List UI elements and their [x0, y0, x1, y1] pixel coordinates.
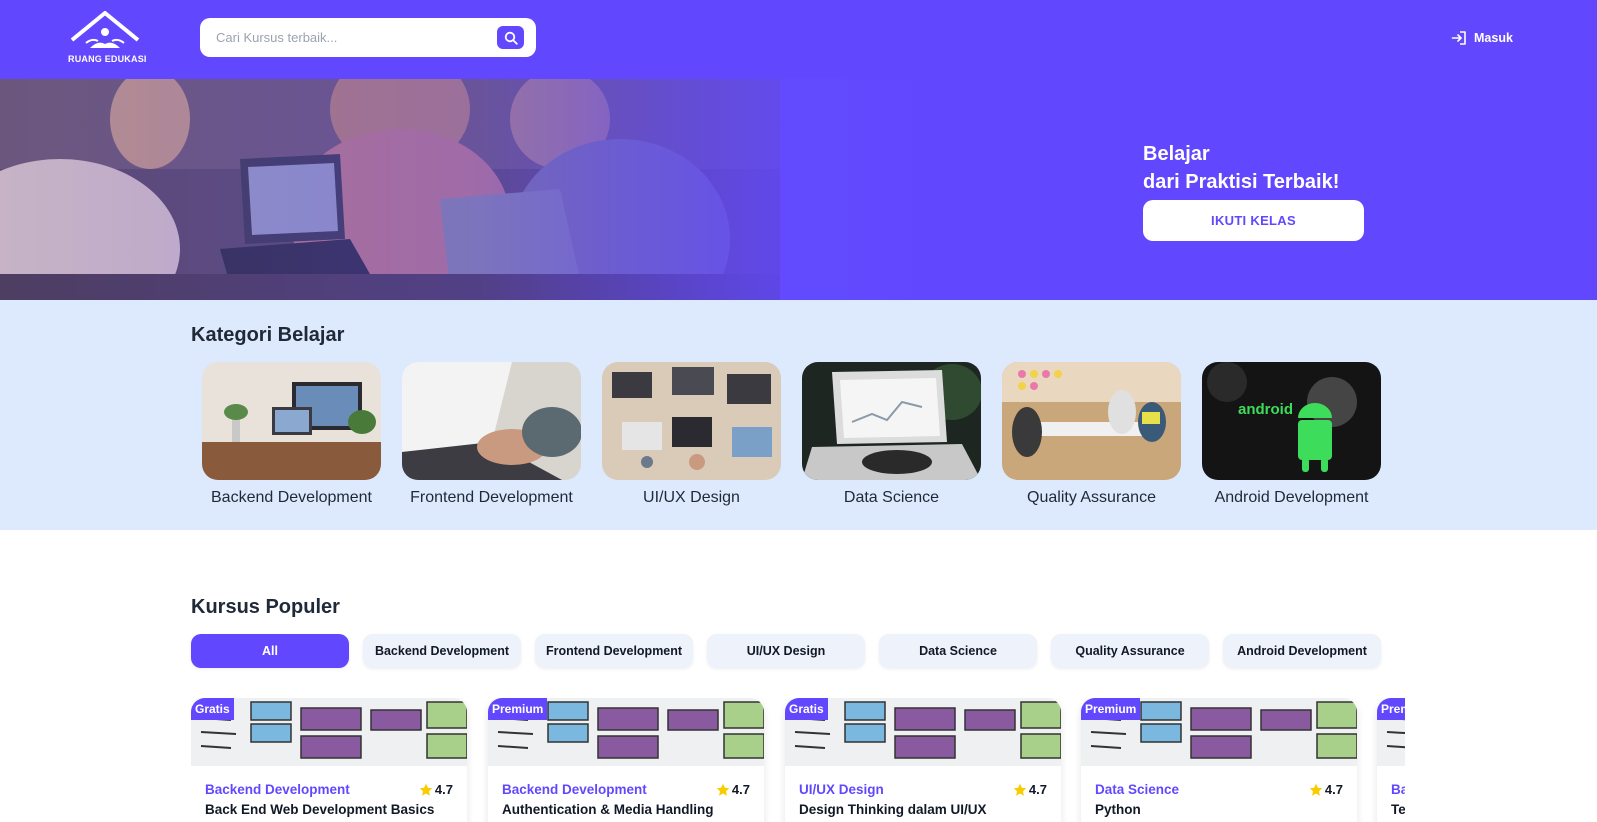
category-android[interactable]: android Android Development: [1202, 362, 1381, 507]
category-label: Frontend Development: [410, 489, 573, 506]
popular-courses-title: Kursus Populer: [191, 596, 340, 618]
join-class-button[interactable]: IKUTI KELAS: [1143, 200, 1364, 241]
hero-title-line1: Belajar: [1143, 143, 1210, 165]
category-label: Data Science: [843, 489, 940, 506]
hero-headline: Belajar dari Praktisi Terbaik!: [1143, 140, 1339, 196]
course-badge: Prem: [1377, 698, 1405, 720]
filter-all[interactable]: All: [191, 634, 349, 668]
search-icon: [504, 31, 518, 45]
filter-quality-assurance[interactable]: Quality Assurance: [1051, 634, 1209, 668]
category-image: [602, 362, 781, 480]
star-icon: [419, 783, 433, 796]
filter-frontend[interactable]: Frontend Development: [535, 634, 693, 668]
course-rating-value: 4.7: [731, 782, 750, 797]
logo-text: RUANG EDUKASI: [68, 54, 147, 64]
course-title: Te: [1391, 802, 1405, 817]
course-badge: Premium: [488, 698, 548, 720]
login-label: Masuk: [1474, 31, 1513, 45]
category-label: UI/UX Design: [643, 489, 740, 506]
course-category: Backend Development: [502, 782, 647, 797]
login-icon: [1451, 31, 1466, 45]
course-category: UI/UX Design: [799, 782, 884, 797]
filter-android[interactable]: Android Development: [1223, 634, 1381, 668]
filter-uiux[interactable]: UI/UX Design: [707, 634, 865, 668]
category-image: [402, 362, 581, 480]
ruang-edukasi-logo[interactable]: RUANG EDUKASI: [68, 10, 147, 68]
course-badge: Premium: [1081, 698, 1141, 720]
category-image: android: [1202, 362, 1381, 480]
filter-data-science[interactable]: Data Science: [879, 634, 1037, 668]
course-card[interactable]: Gratis UI/UX Design 4.7 Design Thinking …: [785, 698, 1061, 822]
course-category: Backend Development: [205, 782, 350, 797]
course-filter-tabs: All Backend Development Frontend Develop…: [191, 634, 1381, 668]
house-book-icon: [70, 11, 140, 48]
category-label: Backend Development: [211, 489, 372, 506]
course-rating-value: 4.7: [1324, 782, 1343, 797]
categories-title: Kategori Belajar: [191, 324, 345, 346]
category-uiux[interactable]: UI/UX Design: [602, 362, 781, 507]
course-badge: Gratis: [785, 698, 828, 720]
category-label: Quality Assurance: [1027, 489, 1156, 506]
course-category: Ba: [1391, 782, 1405, 797]
course-title: Authentication & Media Handling: [502, 802, 714, 817]
search-button[interactable]: [497, 26, 524, 49]
star-icon: [716, 783, 730, 796]
star-icon: [1013, 783, 1027, 796]
hero-banner: Belajar dari Praktisi Terbaik! IKUTI KEL…: [0, 79, 1597, 300]
category-label: Android Development: [1214, 489, 1369, 506]
course-category: Data Science: [1095, 782, 1180, 797]
hero-title-line2: dari Praktisi Terbaik!: [1143, 171, 1340, 193]
filter-backend[interactable]: Backend Development: [363, 634, 521, 668]
category-quality-assurance[interactable]: Quality Assurance: [1002, 362, 1181, 507]
course-rating: 4.7: [1013, 782, 1047, 797]
category-frontend[interactable]: Frontend Development: [402, 362, 581, 507]
course-card[interactable]: Prem Ba Te: [1377, 698, 1405, 822]
category-image: [202, 362, 381, 480]
category-list: Backend Development Frontend Development: [202, 362, 1381, 507]
course-title: Python: [1095, 802, 1141, 817]
course-rating-value: 4.7: [434, 782, 453, 797]
course-card-list: Gratis Backend Development 4.7 Back End …: [191, 698, 1405, 822]
course-card[interactable]: Premium Backend Development 4.7 Authenti…: [488, 698, 764, 822]
category-image: [802, 362, 981, 480]
course-rating: 4.7: [716, 782, 750, 797]
course-title: Back End Web Development Basics: [205, 802, 435, 817]
course-rating: 4.7: [1309, 782, 1343, 797]
categories-section: Kategori Belajar Backend Development Fro…: [0, 300, 1597, 530]
course-card[interactable]: Gratis Backend Development 4.7 Back End …: [191, 698, 467, 822]
course-rating: 4.7: [419, 782, 453, 797]
course-badge: Gratis: [191, 698, 234, 720]
course-title: Design Thinking dalam UI/UX: [799, 802, 987, 817]
search-bar: [200, 18, 536, 57]
category-backend[interactable]: Backend Development: [202, 362, 381, 507]
star-icon: [1309, 783, 1323, 796]
hero-overlay: [0, 79, 1597, 300]
course-rating-value: 4.7: [1028, 782, 1047, 797]
svg-text:android: android: [1238, 401, 1293, 418]
top-navbar: RUANG EDUKASI Masuk: [0, 0, 1597, 79]
category-data-science[interactable]: Data Science: [802, 362, 981, 507]
course-card[interactable]: Premium Data Science 4.7 Python: [1081, 698, 1357, 822]
search-input[interactable]: [210, 18, 490, 57]
category-image: [1002, 362, 1181, 480]
login-button[interactable]: Masuk: [1451, 28, 1513, 48]
